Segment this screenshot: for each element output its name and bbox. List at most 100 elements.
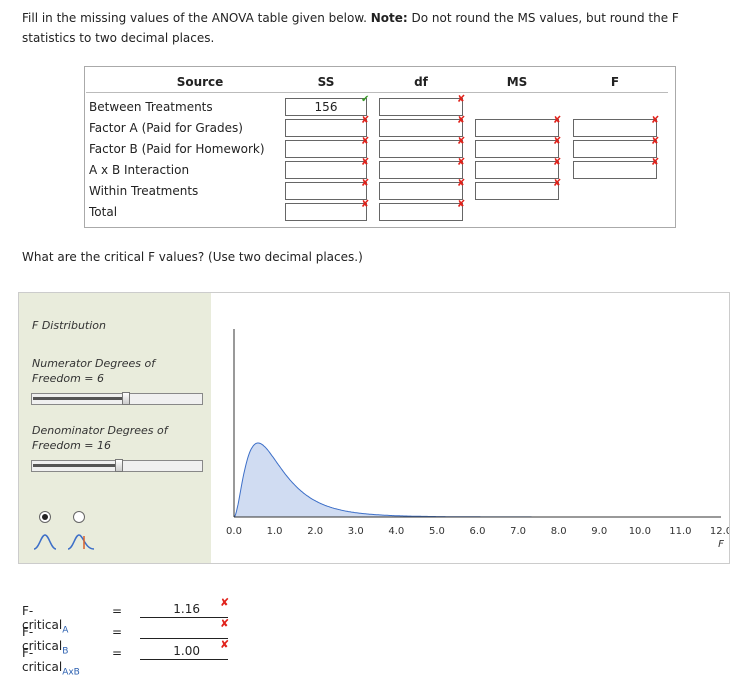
ss-input[interactable] [285,182,367,200]
header-ms: MS [506,75,528,89]
incorrect-icon: ✘ [361,157,370,168]
note-label: Note: [370,11,408,25]
incorrect-icon: ✘ [457,94,466,105]
incorrect-icon: ✘ [651,136,660,147]
ms-input[interactable] [475,140,559,158]
ss-input[interactable] [285,140,367,158]
ms-input[interactable] [475,119,559,137]
anova-table: Source SS df MS F Between Treatments 156 ✔… [84,66,676,228]
incorrect-icon: ✘ [361,178,370,189]
x-tick-label: 3.0 [348,526,364,537]
ss-input[interactable]: 156 [285,98,367,116]
denominator-slider-fill [33,464,120,467]
incorrect-icon: ✘ [361,136,370,147]
header-source: Source [176,75,224,89]
equals-sign: = [112,625,123,639]
incorrect-icon: ✘ [361,199,370,210]
row-label: Between Treatments [89,100,213,114]
incorrect-icon: ✘ [457,115,466,126]
equals-sign: = [112,646,123,660]
fcritical-input[interactable]: 1.16 [140,602,228,618]
incorrect-icon: ✘ [361,115,370,126]
incorrect-icon: ✘ [457,178,466,189]
instruction-note-text: Do not round the MS values, but round th… [411,11,679,25]
numerator-slider-thumb[interactable] [122,392,130,405]
incorrect-icon: ✘ [220,596,230,609]
df-input[interactable] [379,203,463,221]
cutoff-curve-icon[interactable] [67,533,95,551]
df-input[interactable] [379,140,463,158]
x-tick-label: 4.0 [388,526,404,537]
ss-input[interactable] [285,119,367,137]
f-input[interactable] [573,119,657,137]
correct-icon: ✔ [361,94,370,105]
numerator-label: Numerator Degrees of [32,357,156,370]
df-input[interactable] [379,98,463,116]
incorrect-icon: ✘ [651,115,660,126]
row-label: Factor B (Paid for Homework) [89,142,265,156]
numerator-slider-fill [33,397,127,400]
denominator-label: Denominator Degrees of [32,424,168,437]
denominator-slider-thumb[interactable] [115,459,123,472]
f-input[interactable] [573,140,657,158]
row-label: Within Treatments [89,184,199,198]
incorrect-icon: ✘ [651,157,660,168]
incorrect-icon: ✘ [553,115,562,126]
distribution-title: F Distribution [32,319,106,332]
incorrect-icon: ✘ [220,638,230,651]
header-f: F [610,75,620,89]
numerator-value: Freedom = 6 [32,372,105,385]
instruction-text: Fill in the missing values of the ANOVA … [22,11,367,25]
incorrect-icon: ✘ [457,157,466,168]
df-input[interactable] [379,119,463,137]
row-label: Total [89,205,118,219]
row-label: Factor A (Paid for Grades) [89,121,243,135]
x-tick-label: 12.0 [710,526,729,537]
distribution-area [234,443,721,517]
header-df: df [414,75,428,89]
f-input[interactable] [573,161,657,179]
incorrect-icon: ✘ [457,136,466,147]
denominator-value: Freedom = 16 [32,439,112,452]
x-tick-label: 7.0 [510,526,526,537]
f-distribution-chart: 0.0 1.0 2.0 3.0 4.0 5.0 6.0 7.0 8.0 9.0 10.0 11.0 12… [226,329,729,550]
incorrect-icon: ✘ [457,199,466,210]
radio-one-tail[interactable] [39,511,51,523]
ss-input[interactable] [285,203,367,221]
ms-input[interactable] [475,182,559,200]
distribution-controls: F Distribution Numerator Degrees of Free… [19,293,211,563]
fcritical-input[interactable]: 1.00 [140,644,228,660]
x-tick-label: 0.0 [226,526,242,537]
critical-question: What are the critical F values? (Use two… [22,250,363,264]
instructions: Fill in the missing values of the ANOVA … [22,8,722,48]
x-tick-label: 10.0 [629,526,651,537]
x-tick-label: 11.0 [669,526,691,537]
df-input[interactable] [379,182,463,200]
ss-input[interactable] [285,161,367,179]
equals-sign: = [112,604,123,618]
incorrect-icon: ✘ [553,136,562,147]
radio-cutoff[interactable] [73,511,85,523]
x-tick-label: 9.0 [591,526,607,537]
one-tail-curve-icon[interactable] [33,533,57,551]
incorrect-icon: ✘ [553,178,562,189]
denominator-df-slider[interactable] [31,459,203,472]
header-ss: SS [317,75,335,89]
incorrect-icon: ✘ [220,617,230,630]
table-divider [86,92,668,93]
x-tick-label: 2.0 [307,526,323,537]
fcritical-subscript: AxB [62,667,80,677]
incorrect-icon: ✘ [553,157,562,168]
fcritical-input[interactable] [140,623,228,639]
x-tick-label: 1.0 [267,526,283,537]
x-tick-label: 5.0 [429,526,445,537]
fcritical-label: F-criticalAxB [22,646,80,677]
numerator-df-slider[interactable] [31,392,203,405]
fcritical-text: F-critical [22,646,63,674]
df-input[interactable] [379,161,463,179]
ms-input[interactable] [475,161,559,179]
instruction-text-line2: statistics to two decimal places. [22,31,215,45]
x-axis-label: F [718,539,724,550]
row-label: A x B Interaction [89,163,190,177]
distribution-panel: F Distribution Numerator Degrees of Free… [18,292,730,564]
